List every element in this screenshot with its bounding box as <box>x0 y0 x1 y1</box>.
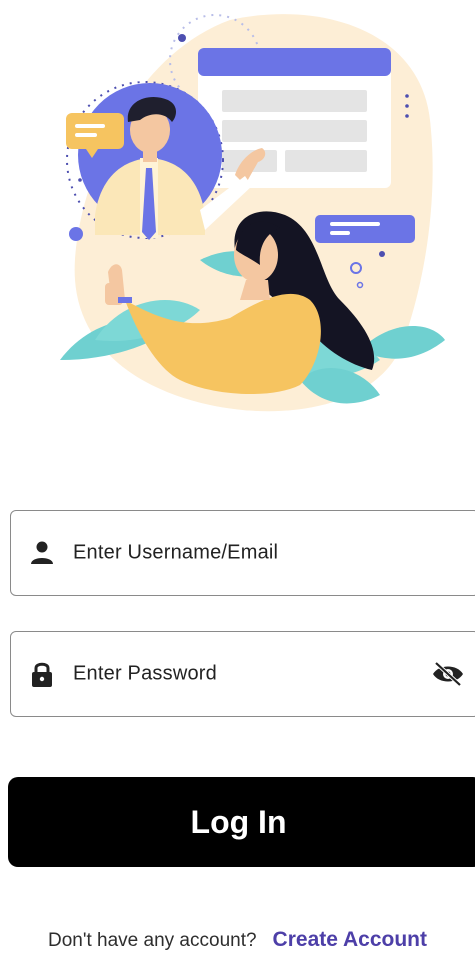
password-placeholder: Enter Password <box>73 662 217 685</box>
signup-prompt: Don't have any account? Create Account <box>0 928 475 952</box>
lock-icon <box>32 662 52 687</box>
no-account-text: Don't have any account? <box>48 930 257 951</box>
password-field[interactable]: Enter Password <box>10 631 475 717</box>
login-button[interactable]: Log In <box>8 777 475 867</box>
eye-slash-icon[interactable] <box>431 660 465 688</box>
person-icon <box>31 541 53 564</box>
login-illustration <box>60 14 445 412</box>
create-account-link[interactable]: Create Account <box>273 928 427 951</box>
username-field[interactable]: Enter Username/Email <box>10 510 475 596</box>
username-placeholder: Enter Username/Email <box>73 541 279 564</box>
